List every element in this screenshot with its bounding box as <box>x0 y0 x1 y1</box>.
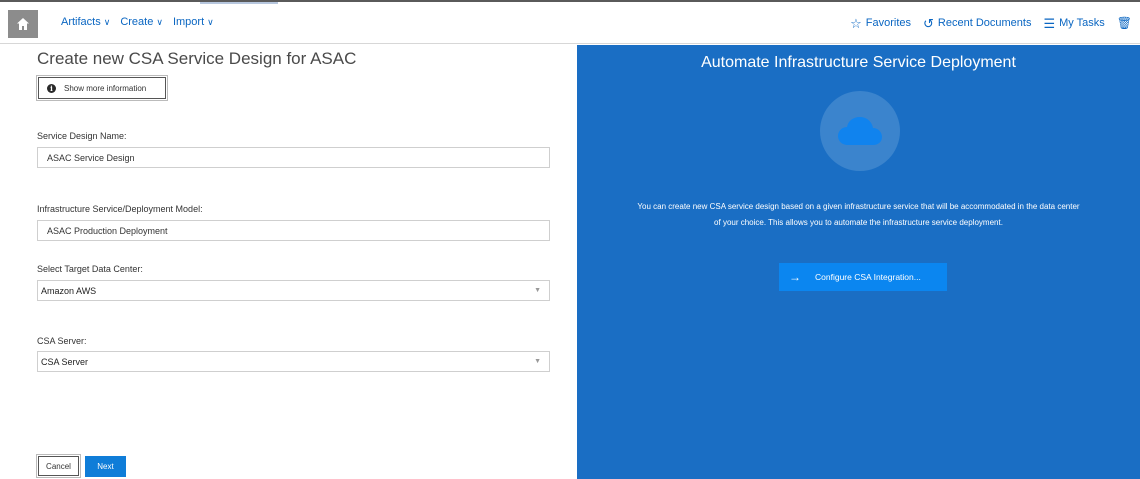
menu-import[interactable]: Import ∨ <box>173 16 214 28</box>
chevron-down-icon: ∨ <box>156 16 163 27</box>
page-title: Create new CSA Service Design for ASAC <box>37 49 357 68</box>
cloud-badge <box>820 91 900 171</box>
infrastructure-model-value: ASAC Production Deployment <box>47 225 168 236</box>
home-button[interactable] <box>8 10 38 38</box>
cancel-button[interactable]: Cancel <box>36 454 81 478</box>
active-tab-indicator <box>200 2 278 4</box>
arrow-right-icon: → <box>789 270 801 284</box>
csa-server-label: CSA Server: <box>37 336 87 346</box>
data-center-label: Select Target Data Center: <box>37 264 143 274</box>
data-center-select[interactable]: Amazon AWS ▼ <box>37 280 550 301</box>
menu-create[interactable]: Create ∨ <box>120 16 163 28</box>
show-more-information-label: Show more information <box>64 83 147 93</box>
menu-artifacts[interactable]: Artifacts ∨ <box>61 16 110 28</box>
cloud-icon <box>838 117 882 145</box>
tasks-icon: ☰ <box>1043 15 1056 31</box>
show-more-information-button[interactable]: i Show more information <box>36 75 168 101</box>
chevron-down-icon: ∨ <box>207 16 214 27</box>
top-navigation-bar: Artifacts ∨ Create ∨ Import ∨ ☆ Favorite… <box>0 0 1140 44</box>
favorites-link[interactable]: ☆ Favorites <box>850 15 912 31</box>
csa-server-select[interactable]: CSA Server ▼ <box>37 351 550 372</box>
user-shortcuts: ☆ Favorites ↺ Recent Documents ☰ My Task… <box>850 16 1132 30</box>
star-icon: ☆ <box>850 15 862 31</box>
data-center-value: Amazon AWS <box>41 285 97 296</box>
service-design-name-input[interactable]: ASAC Service Design <box>37 147 550 168</box>
info-icon: i <box>47 83 56 93</box>
my-tasks-link[interactable]: ☰ My Tasks <box>1043 15 1105 31</box>
configure-csa-integration-button[interactable]: → Configure CSA Integration... <box>779 263 947 291</box>
recent-documents-link[interactable]: ↺ Recent Documents <box>923 15 1032 31</box>
panel-description: You can create new CSA service design ba… <box>637 202 1080 227</box>
menu-import-label: Import <box>172 16 205 28</box>
my-tasks-label: My Tasks <box>1059 17 1105 29</box>
main-menu: Artifacts ∨ Create ∨ Import ∨ <box>61 16 214 28</box>
automation-info-panel: Automate Infrastructure Service Deployme… <box>577 45 1140 479</box>
chevron-down-icon: ▼ <box>534 287 541 294</box>
menu-create-label: Create <box>120 16 154 28</box>
service-design-name-label: Service Design Name: <box>37 131 127 141</box>
history-icon: ↺ <box>923 15 934 31</box>
trash-icon[interactable]: 🗑︎ <box>1117 16 1132 30</box>
recent-documents-label: Recent Documents <box>937 17 1032 29</box>
csa-server-value: CSA Server <box>41 356 89 367</box>
chevron-down-icon: ▼ <box>534 358 541 365</box>
home-icon <box>17 18 29 30</box>
panel-title: Automate Infrastructure Service Deployme… <box>701 54 1016 71</box>
create-service-design-form: Create new CSA Service Design for ASAC i… <box>0 45 577 479</box>
service-design-name-value: ASAC Service Design <box>47 152 135 163</box>
menu-artifacts-label: Artifacts <box>61 16 101 28</box>
configure-csa-integration-label: Configure CSA Integration... <box>815 272 921 282</box>
infrastructure-model-field[interactable]: ASAC Production Deployment <box>37 220 550 241</box>
favorites-label: Favorites <box>865 17 912 29</box>
chevron-down-icon: ∨ <box>103 16 111 27</box>
next-button[interactable]: Next <box>85 456 126 477</box>
infrastructure-model-label: Infrastructure Service/Deployment Model: <box>37 204 203 214</box>
